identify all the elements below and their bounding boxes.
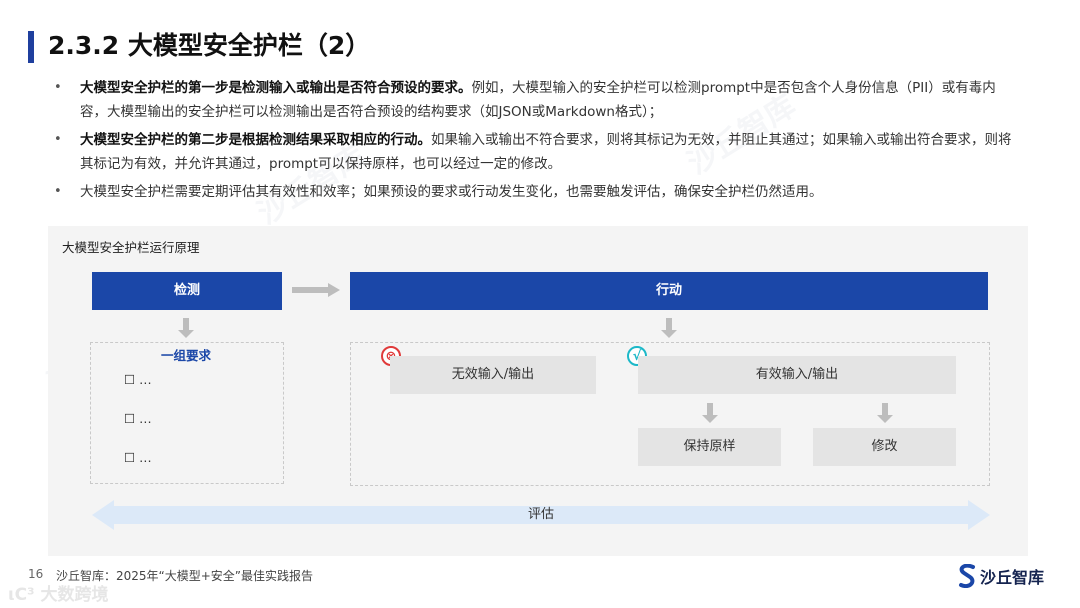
requirement-item: ☐ …	[124, 372, 152, 387]
bullet-item: • 大模型安全护栏的第一步是检测输入或输出是否符合预设的要求。例如，大模型输入的…	[52, 76, 1012, 124]
page-number: 16	[28, 567, 44, 581]
logo-text: 沙丘智库	[980, 568, 1045, 587]
bullet-item: • 大模型安全护栏需要定期评估其有效性和效率；如果预设的要求或行动发生变化，也需…	[52, 180, 1012, 204]
bullet-dot-icon: •	[54, 80, 62, 95]
requirements-title: 一组要求	[160, 348, 211, 363]
modify-box: 修改	[813, 428, 956, 466]
footer-watermark: ιC³ 大数跨境	[8, 585, 109, 605]
brand-logo: 沙丘智库	[958, 562, 1044, 590]
bullet-dot-icon: •	[54, 132, 62, 147]
evaluate-label: 评估	[527, 507, 554, 522]
valid-io-box: 有效输入/输出	[638, 356, 956, 394]
detect-bar: 检测	[92, 272, 282, 310]
invalid-io-box: 无效输入/输出	[390, 356, 596, 394]
page-title: 2.3.2 大模型安全护栏（2）	[48, 31, 371, 60]
bullet-text: 大模型安全护栏需要定期评估其有效性和效率；如果预设的要求或行动发生变化，也需要触…	[80, 184, 823, 200]
arrow-down-icon	[877, 403, 893, 423]
title-accent-bar	[28, 31, 34, 63]
arrow-down-icon	[702, 403, 718, 423]
keep-original-box: 保持原样	[638, 428, 781, 466]
requirement-item: ☐ …	[124, 450, 152, 465]
action-bar: 行动	[350, 272, 988, 310]
bullet-item: • 大模型安全护栏的第二步是根据检测结果采取相应的行动。如果输入或输出不符合要求…	[52, 128, 1012, 176]
arrow-down-icon	[178, 318, 194, 338]
bullet-list: • 大模型安全护栏的第一步是检测输入或输出是否符合预设的要求。例如，大模型输入的…	[52, 76, 1012, 208]
arrow-down-icon	[661, 318, 677, 338]
bullet-bold-text: 大模型安全护栏的第二步是根据检测结果采取相应的行动。	[80, 132, 431, 148]
diagram-title: 大模型安全护栏运行原理	[62, 240, 200, 255]
requirement-item: ☐ …	[124, 411, 152, 426]
bullet-bold-text: 大模型安全护栏的第一步是检测输入或输出是否符合预设的要求。	[80, 80, 472, 96]
arrow-right-icon	[292, 283, 340, 297]
bullet-dot-icon: •	[54, 184, 62, 199]
logo-s-icon	[959, 564, 975, 588]
